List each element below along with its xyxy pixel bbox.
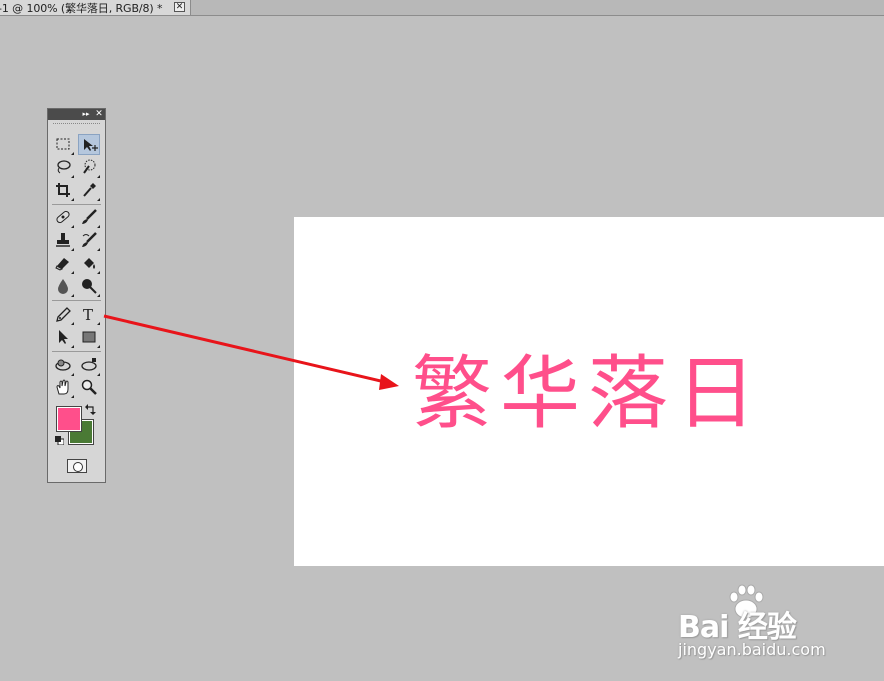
watermark-url: jingyan.baidu.com <box>678 640 826 659</box>
baidu-jingyan-watermark: Bai 经验 jingyan.baidu.com <box>678 582 878 662</box>
annotation-arrow <box>103 314 399 390</box>
